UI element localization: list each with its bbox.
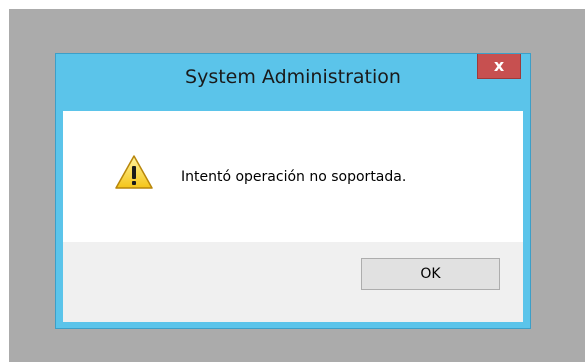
close-button[interactable]: x bbox=[477, 54, 521, 79]
dialog-body: Intentó operación no soportada. OK bbox=[63, 111, 523, 322]
ok-button[interactable]: OK bbox=[361, 258, 500, 290]
message-dialog: System Administration x Intentó operació… bbox=[55, 53, 531, 329]
close-icon: x bbox=[493, 56, 505, 75]
dialog-title: System Administration bbox=[185, 66, 401, 88]
dialog-message: Intentó operación no soportada. bbox=[181, 169, 407, 185]
dialog-titlebar[interactable]: System Administration x bbox=[56, 54, 530, 111]
warning-icon bbox=[115, 155, 153, 189]
